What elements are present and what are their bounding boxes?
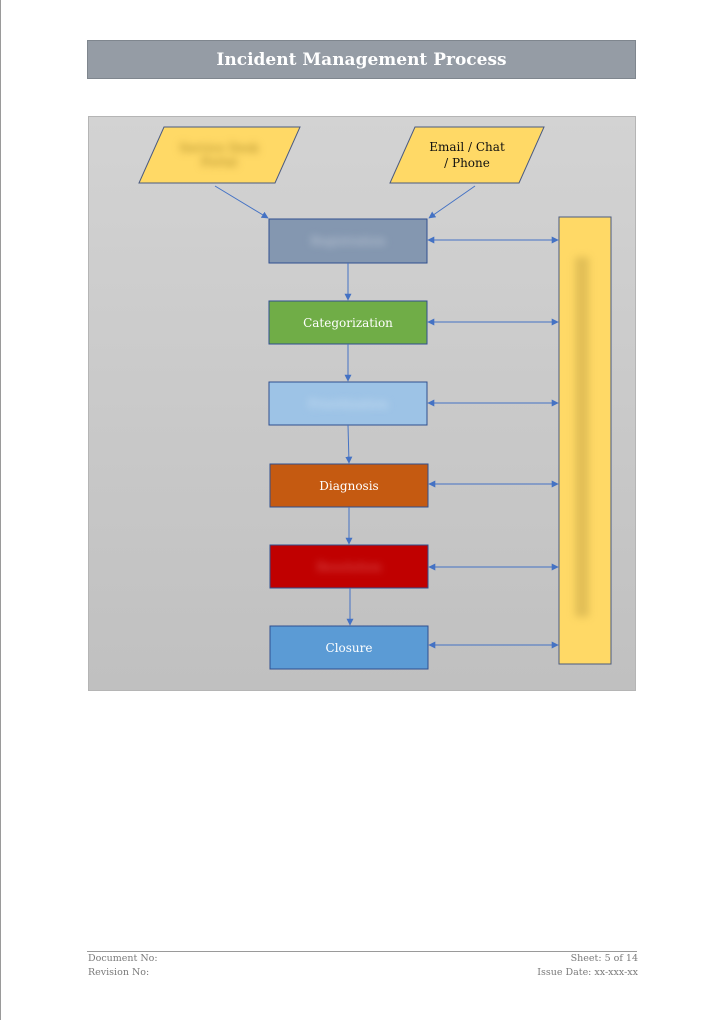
step-text: Categorization xyxy=(303,315,393,330)
footer-revision-no: Revision No: xyxy=(88,967,150,978)
step-label-registration: Registration xyxy=(269,219,427,263)
side-bar-obscured-text xyxy=(575,257,589,617)
step-text: Diagnosis xyxy=(319,478,379,493)
step-label-categorization: Categorization xyxy=(269,301,427,344)
obscured-text: Prioritization xyxy=(307,396,389,411)
step-label-prioritization: Prioritization xyxy=(269,382,427,425)
footer-divider xyxy=(87,951,637,952)
page-left-edge xyxy=(0,0,1,1020)
step-text: Closure xyxy=(325,640,373,655)
page-title: Incident Management Process xyxy=(216,49,507,70)
obscured-text: Registration xyxy=(310,234,386,248)
input-label-portal: Service Desk Portal xyxy=(169,135,269,175)
obscured-text: Service Desk Portal xyxy=(179,141,259,169)
input-label-email: Email / Chat / Phone xyxy=(409,135,525,175)
connector-portal-to-registration xyxy=(214,185,269,219)
footer-sheet: Sheet: 5 of 14 xyxy=(570,953,638,964)
input-label-email-line2: / Phone xyxy=(444,156,490,170)
step-label-closure: Closure xyxy=(270,626,428,669)
step-label-diagnosis: Diagnosis xyxy=(270,464,428,507)
title-banner: Incident Management Process xyxy=(87,40,636,79)
footer-document-no: Document No: xyxy=(88,953,158,964)
obscured-text: Resolution xyxy=(316,559,382,574)
process-diagram: Service Desk Portal Email / Chat / Phone… xyxy=(88,116,636,691)
step-label-resolution: Resolution xyxy=(270,545,428,588)
input-label-email-line1: Email / Chat xyxy=(429,140,505,154)
connector-email-to-registration xyxy=(428,185,476,219)
connector-down-3 xyxy=(345,424,353,464)
footer-issue-date: Issue Date: xx-xxx-xx xyxy=(537,967,638,978)
